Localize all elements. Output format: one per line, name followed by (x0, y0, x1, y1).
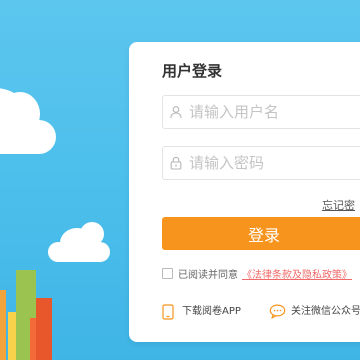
agree-label: 已阅读并同意 (178, 270, 238, 281)
chat-bubble-icon (269, 304, 286, 319)
username-field[interactable] (162, 95, 360, 129)
follow-wechat-link[interactable]: 关注微信公众号 (269, 303, 360, 321)
login-page: 用户登录 忘记密 登录 已阅读并同意《法律条款及隐私政策》 (0, 0, 360, 360)
login-card: 用户登录 忘记密 登录 已阅读并同意《法律条款及隐私政策》 (129, 42, 360, 342)
agreement-row: 已阅读并同意 《法律条款及隐私政策》 (162, 266, 352, 281)
login-button[interactable]: 登录 (162, 217, 360, 250)
phone-icon (162, 304, 174, 320)
forgot-password-link[interactable]: 忘记密 (322, 197, 355, 213)
policy-link[interactable]: 《法律条款及隐私政策》 (242, 270, 352, 281)
cloud-decoration (48, 242, 110, 262)
agree-checkbox[interactable] (162, 268, 173, 279)
bar-decoration (36, 298, 52, 360)
cloud-decoration (80, 222, 104, 246)
follow-wechat-label: 关注微信公众号 (291, 306, 360, 317)
user-icon (170, 106, 182, 119)
bar-decoration (0, 290, 6, 360)
password-input[interactable] (189, 147, 360, 179)
password-field[interactable] (162, 146, 360, 180)
download-app-link[interactable]: 下载阅卷APP (162, 303, 252, 321)
lock-icon (170, 156, 182, 170)
login-title: 用户登录 (162, 62, 223, 80)
cloud-decoration (0, 120, 56, 154)
username-input[interactable] (189, 96, 360, 128)
download-app-label: 下载阅卷APP (182, 306, 241, 317)
